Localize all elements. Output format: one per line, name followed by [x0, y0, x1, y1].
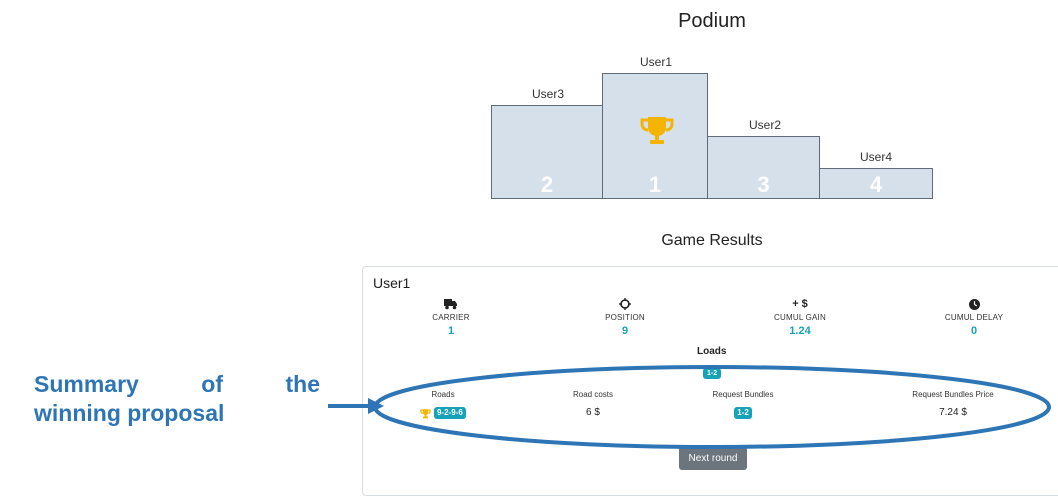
highlight-ellipse — [373, 365, 1051, 449]
annotation-word-of: of — [201, 371, 224, 397]
annotation-word-the: the — [285, 371, 320, 397]
annotation-line2: winning proposal — [34, 400, 225, 426]
annotation-text: Summary of the winning proposal — [34, 370, 320, 428]
annotation-word-summary: Summary — [34, 371, 139, 397]
